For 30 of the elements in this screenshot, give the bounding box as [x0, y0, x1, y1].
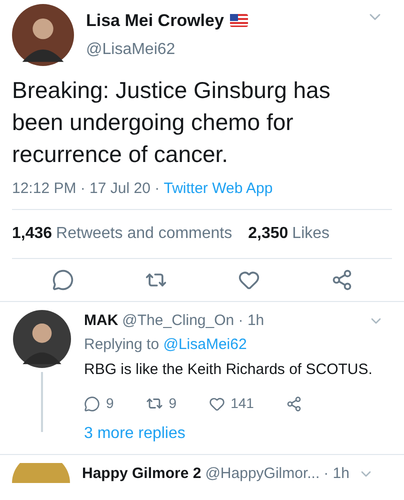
like-icon: [208, 396, 225, 412]
reply-icon[interactable]: [52, 268, 74, 290]
retweet-count: 1,436: [12, 224, 52, 244]
like-button[interactable]: 141: [208, 393, 254, 414]
author-handle[interactable]: @LisaMei62: [86, 38, 354, 62]
share-icon[interactable]: [330, 268, 352, 290]
likes-label[interactable]: Likes: [292, 222, 330, 246]
flag-icon: [230, 14, 248, 28]
tweet-timestamp: 12:12 PM · 17 Jul 20 ·: [12, 179, 161, 199]
reply-text: RBG is like the Keith Richards of SCOTUS.: [84, 360, 374, 380]
mention-link[interactable]: @LisaMei62: [163, 334, 247, 356]
retweet-button[interactable]: 9: [146, 393, 177, 414]
reply-time: · 1h: [324, 464, 350, 484]
reply-author-handle[interactable]: @HappyGilmor...: [205, 463, 320, 486]
reply-author-handle[interactable]: @The_Cling_On · 1h: [122, 310, 264, 332]
reply-button[interactable]: 9: [84, 393, 114, 414]
avatar[interactable]: [12, 4, 74, 66]
share-icon[interactable]: [286, 396, 302, 412]
like-icon[interactable]: [238, 268, 260, 290]
more-replies-link[interactable]: 3 more replies: [84, 422, 392, 446]
avatar[interactable]: [13, 310, 71, 368]
source-link[interactable]: Twitter Web App: [164, 178, 273, 200]
retweets-label[interactable]: Retweets and comments: [56, 222, 232, 246]
tweet-text: Breaking: Justice Ginsburg has been undergoing chemo for recurrence of cancer.: [12, 76, 332, 169]
reply-icon: [84, 396, 100, 412]
replying-label: Replying to: [84, 335, 160, 355]
reply-author-name[interactable]: MAK: [84, 310, 118, 332]
author-name[interactable]: Lisa Mei Crowley: [86, 8, 224, 34]
reply-author-name[interactable]: Happy Gilmore 2: [82, 463, 202, 486]
like-count: 2,350: [248, 224, 288, 244]
